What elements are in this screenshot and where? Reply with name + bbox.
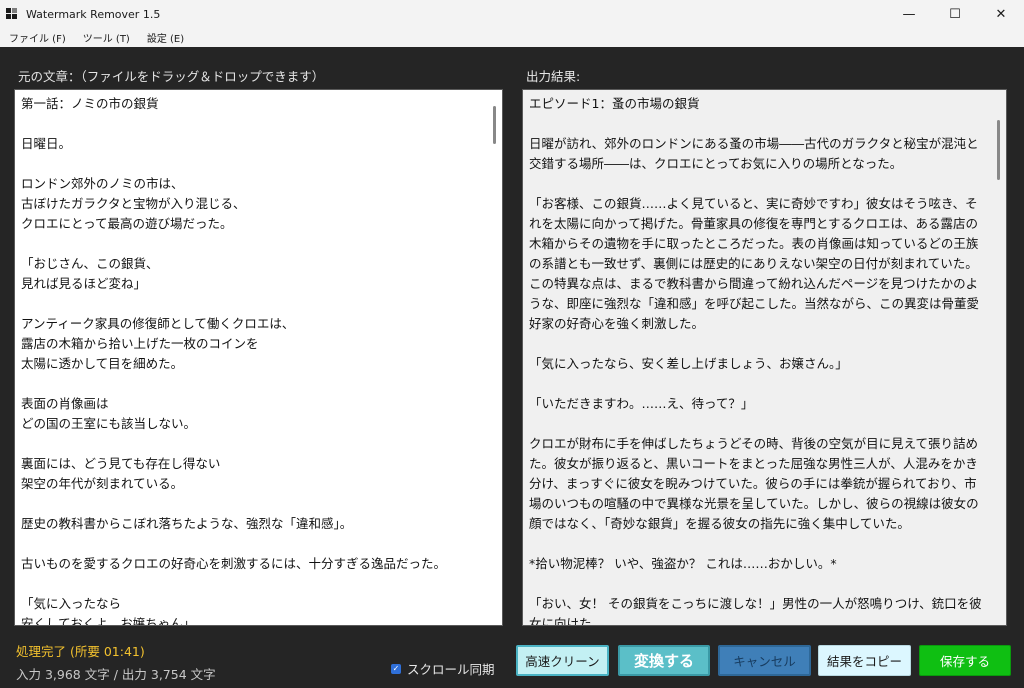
minimize-button[interactable]: —: [886, 0, 932, 28]
menu-settings[interactable]: 設定 (E): [138, 30, 192, 45]
app-icon: [6, 8, 18, 20]
source-text-content[interactable]: 第一話：ノミの市の銀貨 日曜日。 ロンドン郊外のノミの市は、 古ぼけたガラクタと…: [15, 90, 488, 625]
save-button[interactable]: 保存する: [919, 645, 1011, 676]
close-icon: ✕: [995, 6, 1007, 22]
close-button[interactable]: ✕: [978, 0, 1024, 28]
output-scrollbar-thumb[interactable]: [997, 120, 1000, 180]
scroll-sync-checkbox[interactable]: ✓: [391, 663, 401, 674]
title-bar: Watermark Remover 1.5 — ☐ ✕: [0, 0, 1024, 28]
source-textarea[interactable]: 第一話：ノミの市の銀貨 日曜日。 ロンドン郊外のノミの市は、 古ぼけたガラクタと…: [14, 89, 503, 626]
output-text-content[interactable]: エピソード1：蚤の市場の銀貨 日曜が訪れ、郊外のロンドンにある蚤の市場――古代の…: [523, 90, 992, 625]
quick-clean-button[interactable]: 高速クリーン: [516, 645, 609, 676]
source-text-label: 元の文章：（ファイルをドラッグ＆ドロップできます）: [18, 69, 325, 84]
scroll-sync-label: スクロール同期: [407, 662, 495, 677]
cancel-button[interactable]: キャンセル: [718, 645, 811, 676]
minimize-icon: —: [902, 6, 916, 22]
maximize-button[interactable]: ☐: [932, 0, 978, 28]
menu-tools[interactable]: ツール (T): [74, 30, 138, 45]
output-textarea[interactable]: エピソード1：蚤の市場の銀貨 日曜が訪れ、郊外のロンドンにある蚤の市場――古代の…: [522, 89, 1007, 626]
scroll-sync-toggle[interactable]: ✓ スクロール同期: [391, 659, 495, 678]
menu-bar: ファイル (F) ツール (T) 設定 (E): [0, 28, 1024, 47]
source-scrollbar-thumb[interactable]: [493, 106, 496, 144]
window-title: Watermark Remover 1.5: [26, 7, 161, 21]
copy-result-button[interactable]: 結果をコピー: [818, 645, 911, 676]
convert-button[interactable]: 変換する: [618, 645, 710, 676]
output-label: 出力結果:: [526, 69, 581, 84]
character-counts: 入力 3,968 文字 / 出力 3,754 文字: [16, 667, 216, 682]
menu-file[interactable]: ファイル (F): [0, 30, 74, 45]
maximize-icon: ☐: [949, 6, 961, 22]
status-message: 処理完了 (所要 01:41): [16, 644, 145, 659]
